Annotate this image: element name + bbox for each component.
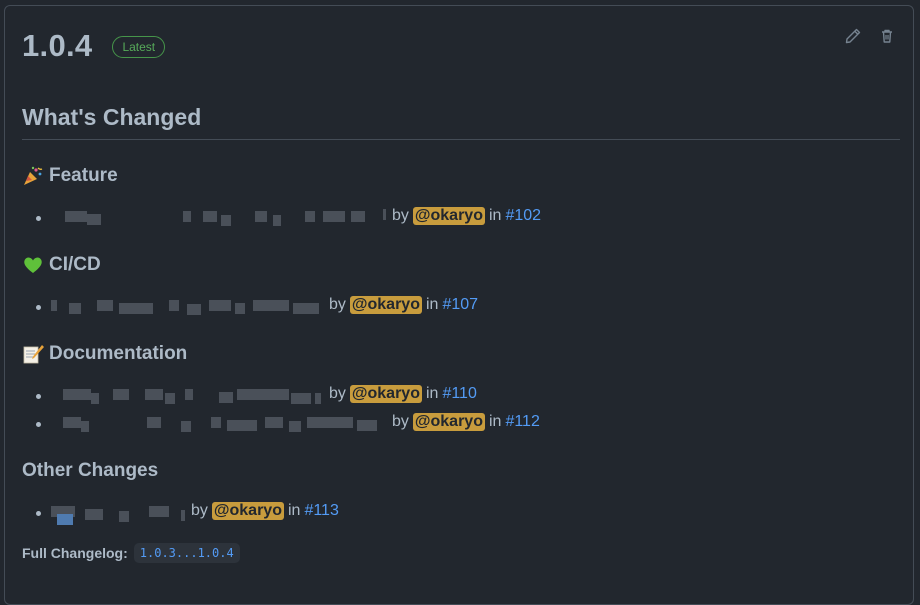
pr-link[interactable]: #102 bbox=[505, 207, 541, 225]
redacted-text bbox=[49, 502, 187, 525]
in-text: in bbox=[488, 207, 502, 224]
full-changelog-label: Full Changelog: bbox=[22, 545, 128, 561]
redacted-text bbox=[61, 413, 388, 432]
pr-link[interactable]: #110 bbox=[442, 385, 476, 403]
list-item: by @okaryo in #113 bbox=[49, 502, 339, 525]
trash-icon[interactable] bbox=[879, 28, 895, 44]
section-other-changes-heading: Other Changes bbox=[22, 460, 158, 482]
memo-icon bbox=[23, 345, 44, 364]
section-title: Documentation bbox=[49, 343, 188, 364]
release-card: 1.0.4 Latest What's Changed Feature by @… bbox=[4, 5, 914, 605]
section-title: Other Changes bbox=[22, 460, 159, 481]
pr-link[interactable]: #107 bbox=[442, 296, 478, 314]
latest-badge: Latest bbox=[112, 36, 166, 58]
author-mention[interactable]: @okaryo bbox=[412, 207, 485, 225]
by-text: by bbox=[329, 296, 346, 313]
section-title: CI/CD bbox=[49, 254, 101, 275]
green-heart-icon bbox=[24, 257, 42, 273]
list-bullet bbox=[36, 305, 41, 310]
pr-link[interactable]: #112 bbox=[505, 413, 539, 431]
section-cicd-heading: CI/CD bbox=[22, 254, 101, 276]
list-bullet bbox=[36, 511, 41, 516]
author-mention[interactable]: @okaryo bbox=[349, 385, 422, 403]
list-bullet bbox=[36, 422, 41, 427]
author-mention[interactable]: @okaryo bbox=[349, 296, 422, 314]
redacted-text bbox=[61, 385, 325, 404]
by-text: by bbox=[392, 413, 409, 430]
in-text: in bbox=[425, 296, 439, 313]
release-version[interactable]: 1.0.4 bbox=[22, 28, 92, 64]
section-title: Feature bbox=[49, 165, 118, 186]
list-item: by @okaryo in #102 bbox=[61, 207, 541, 226]
redacted-text bbox=[49, 296, 325, 315]
in-text: in bbox=[425, 385, 439, 402]
by-text: by bbox=[191, 502, 208, 519]
list-item: by @okaryo in #112 bbox=[61, 413, 540, 432]
list-item: by @okaryo in #110 bbox=[61, 385, 477, 404]
in-text: in bbox=[488, 413, 502, 430]
author-mention[interactable]: @okaryo bbox=[412, 413, 485, 431]
list-item: by @okaryo in #107 bbox=[49, 296, 478, 315]
section-documentation-heading: Documentation bbox=[22, 343, 187, 365]
pr-link[interactable]: #113 bbox=[304, 502, 338, 520]
whats-changed-heading: What's Changed bbox=[22, 104, 900, 140]
list-bullet bbox=[36, 394, 41, 399]
compare-link[interactable]: 1.0.3...1.0.4 bbox=[133, 543, 240, 563]
by-text: by bbox=[392, 207, 409, 224]
in-text: in bbox=[287, 502, 301, 519]
release-header: 1.0.4 Latest bbox=[22, 28, 166, 64]
list-bullet bbox=[36, 216, 41, 221]
pencil-icon[interactable] bbox=[845, 28, 861, 44]
section-feature-heading: Feature bbox=[22, 165, 118, 187]
party-popper-icon bbox=[24, 166, 43, 185]
by-text: by bbox=[329, 385, 346, 402]
author-mention[interactable]: @okaryo bbox=[211, 502, 284, 520]
redacted-text bbox=[61, 207, 388, 226]
full-changelog: Full Changelog: 1.0.3...1.0.4 bbox=[22, 543, 240, 563]
